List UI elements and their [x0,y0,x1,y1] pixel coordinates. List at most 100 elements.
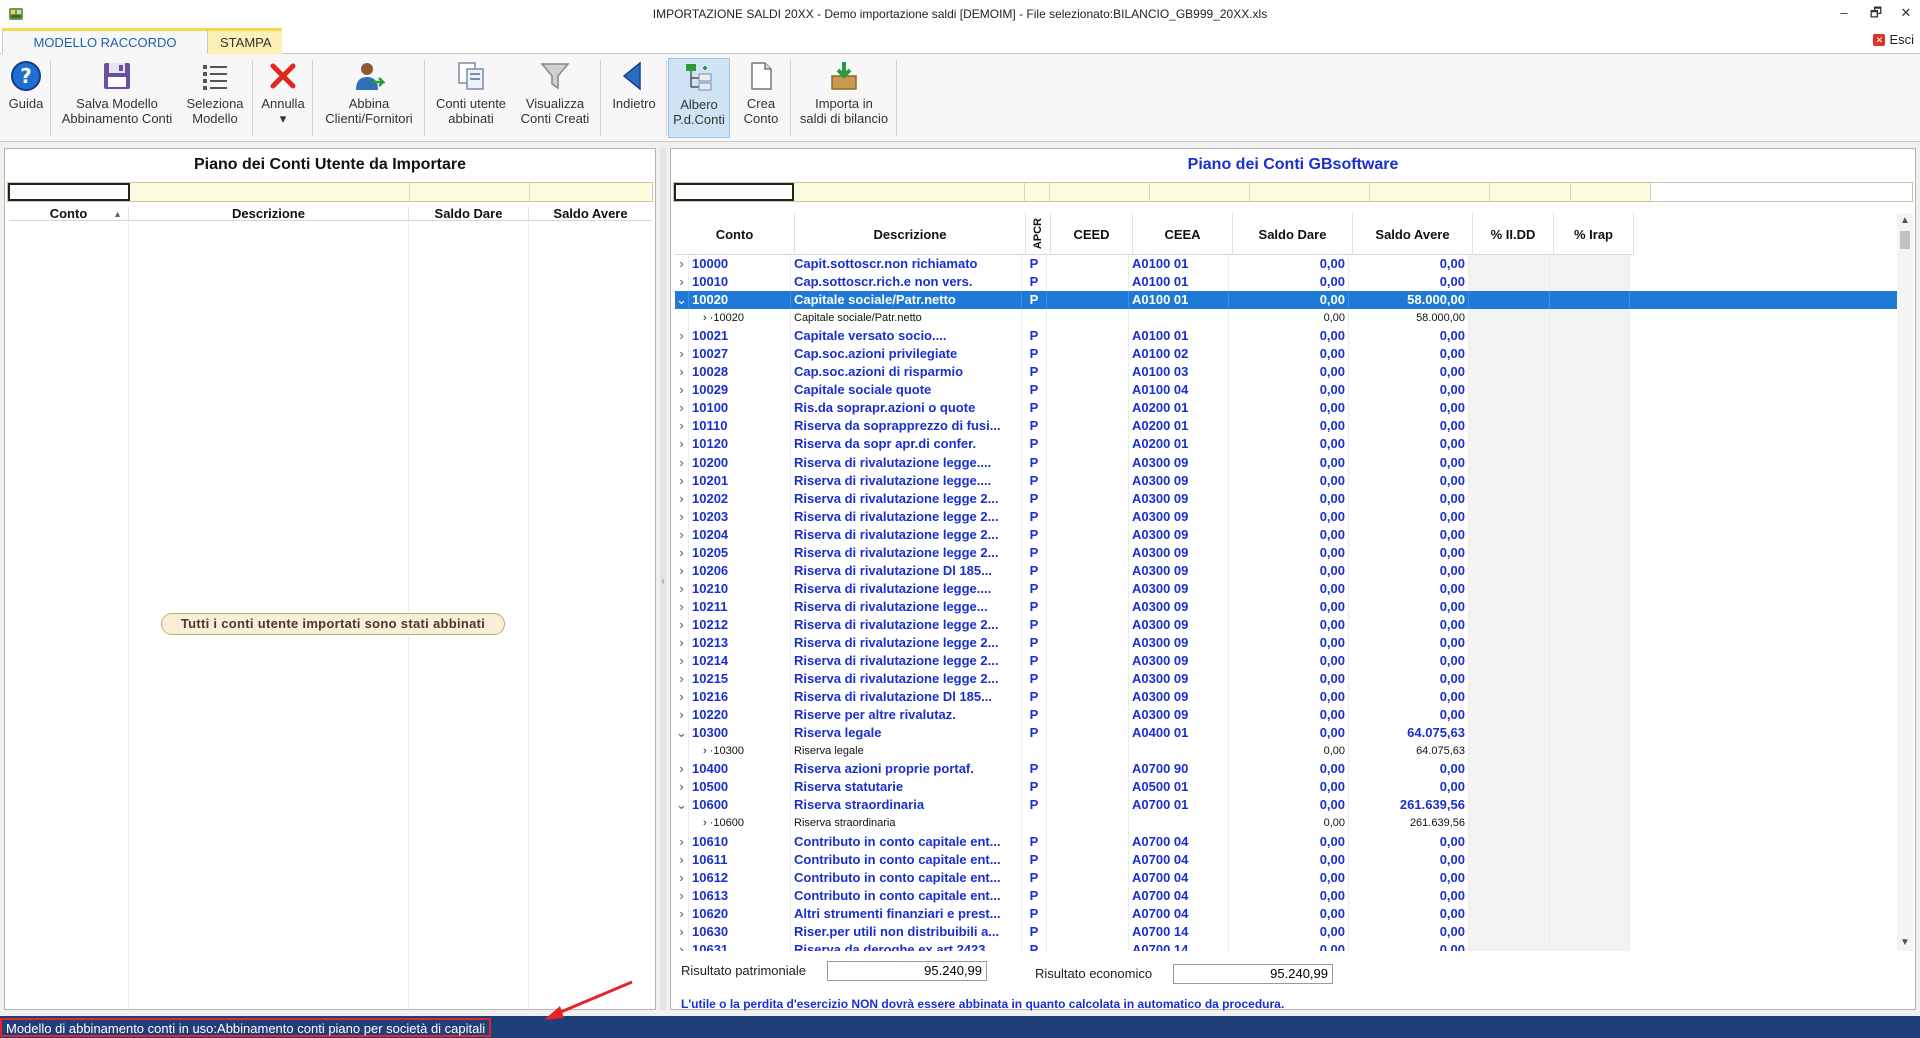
abbina-clienti-fornitori-button[interactable]: Abbina Clienti/Fornitori [316,58,422,138]
col-header-descrizione[interactable]: Descrizione [795,213,1026,255]
tree-row[interactable]: › 10200 Riserva di rivalutazione legge....… [675,453,1899,472]
vertical-scrollbar[interactable]: ▲ ▼ [1897,213,1913,951]
tree-row[interactable]: › 10205 Riserva di rivalutazione legge 2..… [675,543,1899,562]
scroll-down-icon[interactable]: ▼ [1897,935,1913,951]
expand-chevron-icon[interactable]: › [675,688,689,707]
col-header-conto[interactable]: Conto ▲ [9,207,129,221]
expand-chevron-icon[interactable]: › [675,868,689,887]
filter-ceea-input[interactable] [1150,183,1250,201]
minimize-button[interactable]: – [1832,3,1856,23]
tree-row[interactable]: › 10029 Capitale sociale quote P A0100 04 0,0… [675,381,1899,400]
tree-row-detail[interactable]: › ·10020 Capitale sociale/Patr.netto 0,00 5… [675,309,1899,328]
expand-chevron-icon[interactable]: › [675,543,689,562]
guida-button[interactable]: ? Guida [4,58,48,138]
filter-saldo-avere-input[interactable] [530,183,650,201]
tree-row[interactable]: › 10201 Riserva di rivalutazione legge....… [675,471,1899,490]
expand-chevron-icon[interactable]: ⌄ [675,724,689,743]
col-header-saldo-avere[interactable]: Saldo Avere [1353,213,1473,255]
conti-utente-abbinati-button[interactable]: Conti utente abbinati [428,58,514,138]
scroll-up-icon[interactable]: ▲ [1897,213,1913,229]
expand-chevron-icon[interactable]: › [675,615,689,634]
tree-row[interactable]: › 10500 Riserva statutarie P A0500 01 0,00 0,0… [675,778,1899,797]
expand-chevron-icon[interactable]: › [675,579,689,598]
crea-conto-button[interactable]: Crea Conto [734,58,788,138]
col-header-irap[interactable]: % Irap [1554,213,1634,255]
filter-saldo-dare-input[interactable] [1250,183,1370,201]
col-header-ceea[interactable]: CEEA [1133,213,1233,255]
tree-row[interactable]: › 10612 Contributo in conto capitale ent..… [675,868,1899,887]
tree-row[interactable]: › 10631 Riserva da deroghe ex art.2423... P… [675,940,1899,951]
tree-row[interactable]: › 10110 Riserva da soprapprezzo di fusi...… [675,417,1899,436]
filter-conto-input[interactable] [674,183,794,201]
tree-row[interactable]: ⌄ 10600 Riserva straordinaria P A0700 01 0,00… [675,796,1899,815]
tree-row[interactable]: › 10028 Cap.soc.azioni di risparmio P A0100 … [675,363,1899,382]
expand-chevron-icon[interactable]: › [675,435,689,454]
expand-chevron-icon[interactable]: › [675,922,689,941]
expand-chevron-icon[interactable]: › [675,760,689,779]
expand-chevron-icon[interactable]: › [675,381,689,400]
tree-row[interactable]: › 10000 Capit.sottoscr.non richiamato P A010… [675,255,1899,274]
annulla-dropdown-icon[interactable]: ▾ [256,111,310,126]
visualizza-conti-creati-button[interactable]: Visualizza Conti Creati [514,58,596,138]
filter-irap-input[interactable] [1571,183,1651,201]
seleziona-modello-button[interactable]: Seleziona Modello [180,58,250,138]
col-header-saldo-dare[interactable]: Saldo Dare [1233,213,1353,255]
filter-saldo-dare-input[interactable] [410,183,530,201]
tree-row[interactable]: › 10214 Riserva di rivalutazione legge 2..… [675,652,1899,671]
expand-chevron-icon[interactable]: › [675,345,689,364]
collapse-arrow-icon[interactable]: ‹ [660,570,666,594]
close-button[interactable]: ✕ [1894,3,1918,23]
expand-chevron-icon[interactable]: › [675,850,689,869]
expand-chevron-icon[interactable]: › [675,832,689,851]
tree-row[interactable]: › 10215 Riserva di rivalutazione legge 2..… [675,670,1899,689]
filter-ii-dd-input[interactable] [1490,183,1571,201]
salva-modello-button[interactable]: Salva Modello Abbinamento Conti [54,58,180,138]
restore-button[interactable]: 🗗 [1864,3,1888,23]
tree-row[interactable]: › 10610 Contributo in conto capitale ent..… [675,832,1899,851]
tree-row[interactable]: › 10630 Riser.per utili non distribuibili … [675,922,1899,941]
tree-row[interactable]: › 10021 Capitale versato socio.... P A0100 0… [675,327,1899,346]
albero-pdconti-button[interactable]: Albero P.d.Conti [668,58,730,138]
expand-chevron-icon[interactable]: ⌄ [675,291,689,310]
tree-row[interactable]: › 10010 Cap.sottoscr.rich.e non vers. P A010… [675,273,1899,292]
tree-row[interactable]: › 10027 Cap.soc.azioni privilegiate P A0100 … [675,345,1899,364]
tree-row[interactable]: › 10120 Riserva da sopr apr.di confer. P A02… [675,435,1899,454]
col-header-conto[interactable]: Conto [675,213,795,255]
expand-chevron-icon[interactable]: › [675,327,689,346]
expand-chevron-icon[interactable]: › [675,489,689,508]
tree-row[interactable]: › 10400 Riserva azioni proprie portaf. P A07… [675,760,1899,779]
col-header-saldo-dare[interactable]: Saldo Dare [409,207,529,221]
tree-row[interactable]: › 10202 Riserva di rivalutazione legge 2..… [675,489,1899,508]
tree-row-detail[interactable]: › ·10600 Riserva straordinaria 0,00 261.639… [675,814,1899,833]
tree-row[interactable]: › 10206 Riserva di rivalutazione Dl 185...… [675,561,1899,580]
tree-row[interactable]: › 10210 Riserva di rivalutazione legge....… [675,579,1899,598]
expand-chevron-icon[interactable]: › [675,670,689,689]
expand-chevron-icon[interactable]: › [675,904,689,923]
esci-button[interactable]: ✕ Esci [1873,32,1914,47]
tree-row[interactable]: › 10611 Contributo in conto capitale ent..… [675,850,1899,869]
annulla-button[interactable]: Annulla ▾ [256,58,310,138]
expand-chevron-icon[interactable]: › [675,273,689,292]
expand-chevron-icon[interactable]: › [675,507,689,526]
tab-modello-raccordo-conti[interactable]: MODELLO RACCORDO CONTI [2,28,208,74]
expand-chevron-icon[interactable]: › [675,597,689,616]
expand-chevron-icon[interactable]: › [675,940,689,951]
tree-row[interactable]: › 10613 Contributo in conto capitale ent..… [675,886,1899,905]
filter-descrizione-input[interactable] [794,183,1025,201]
filter-descrizione-input[interactable] [130,183,410,201]
tree-row[interactable]: › 10211 Riserva di rivalutazione legge... P… [675,597,1899,616]
expand-chevron-icon[interactable]: › [675,561,689,580]
tree-row[interactable]: › 10620 Altri strumenti finanziari e prest… [675,904,1899,923]
filter-conto-input[interactable] [8,183,130,201]
tree-row[interactable]: ⌄ 10020 Capitale sociale/Patr.netto P A0100 … [675,291,1899,310]
scroll-thumb[interactable] [1900,231,1910,249]
tree-row[interactable]: › 10213 Riserva di rivalutazione legge 2..… [675,633,1899,653]
col-header-apcr[interactable]: APCR [1026,213,1051,255]
expand-chevron-icon[interactable]: ⌄ [675,796,689,815]
tree-row[interactable]: › 10220 Riserve per altre rivalutaz. P A0300… [675,706,1899,725]
col-header-saldo-avere[interactable]: Saldo Avere [529,207,652,221]
expand-chevron-icon[interactable]: › [675,652,689,671]
filter-ceed-input[interactable] [1050,183,1150,201]
expand-chevron-icon[interactable]: › [675,886,689,905]
expand-chevron-icon[interactable]: › [675,363,689,382]
